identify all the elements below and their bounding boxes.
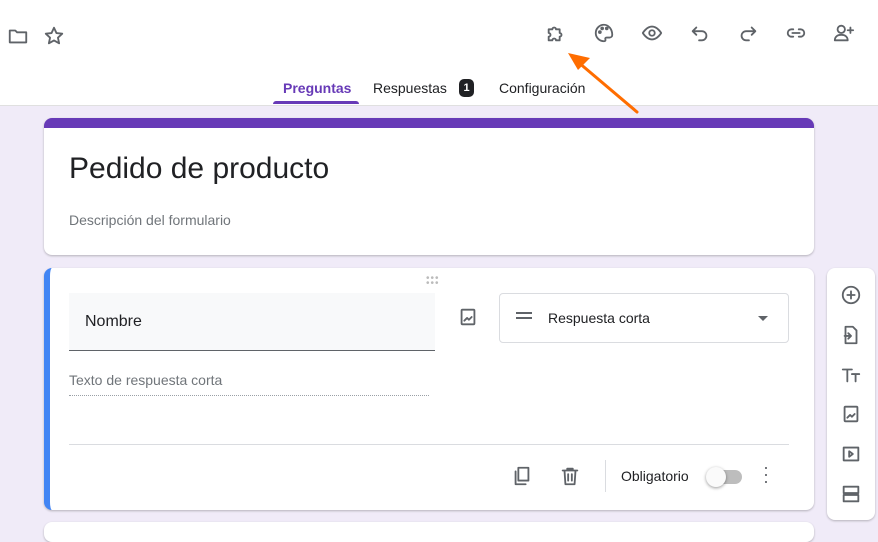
- active-tab-indicator: [273, 101, 359, 104]
- question-card: ••• ••• Nombre Respuesta corta Texto de r…: [44, 268, 814, 510]
- star-icon[interactable]: [42, 24, 66, 48]
- required-label: Obligatorio: [621, 468, 689, 484]
- add-image-icon[interactable]: [456, 305, 480, 329]
- preview-eye-icon[interactable]: [640, 21, 664, 45]
- divider: [69, 444, 789, 445]
- form-description[interactable]: Descripción del formulario: [69, 212, 231, 228]
- form-header-card: Pedido de producto Descripción del formu…: [44, 118, 814, 255]
- palette-icon[interactable]: [592, 21, 616, 45]
- tab-configuracion[interactable]: Configuración: [499, 80, 585, 96]
- required-toggle[interactable]: [706, 467, 742, 487]
- undo-icon[interactable]: [688, 21, 712, 45]
- add-ons-puzzle-icon[interactable]: [544, 21, 568, 45]
- add-title-icon[interactable]: [839, 363, 863, 387]
- add-collaborator-icon[interactable]: [832, 21, 856, 45]
- question-type-dropdown[interactable]: Respuesta corta: [499, 293, 789, 343]
- drag-handle-icon[interactable]: ••• •••: [426, 274, 440, 289]
- question-type-label: Respuesta corta: [548, 310, 650, 326]
- add-section-icon[interactable]: [839, 482, 863, 506]
- top-bar: Preguntas Respuestas 1 Configuración: [0, 0, 878, 106]
- floating-toolbar: [827, 268, 875, 520]
- add-image-icon[interactable]: [839, 402, 863, 426]
- add-video-icon[interactable]: [839, 442, 863, 466]
- responses-count-badge: 1: [459, 79, 474, 97]
- delete-trash-icon[interactable]: [558, 464, 582, 488]
- chevron-down-icon: [758, 316, 768, 326]
- question-title-input[interactable]: Nombre: [69, 293, 435, 351]
- add-question-icon[interactable]: [839, 283, 863, 307]
- folder-icon[interactable]: [6, 24, 30, 48]
- link-icon[interactable]: [784, 21, 808, 45]
- next-card: [44, 522, 814, 542]
- redo-icon[interactable]: [736, 21, 760, 45]
- more-options-icon[interactable]: · · ·: [762, 458, 770, 490]
- short-answer-placeholder: Texto de respuesta corta: [69, 372, 429, 396]
- tab-preguntas[interactable]: Preguntas: [283, 80, 351, 96]
- short-text-icon: [516, 312, 532, 314]
- form-title[interactable]: Pedido de producto: [69, 152, 329, 186]
- divider: [605, 460, 606, 492]
- import-questions-icon[interactable]: [839, 323, 863, 347]
- toggle-knob: [706, 467, 726, 487]
- tab-respuestas[interactable]: Respuestas: [373, 80, 447, 96]
- duplicate-icon[interactable]: [510, 464, 534, 488]
